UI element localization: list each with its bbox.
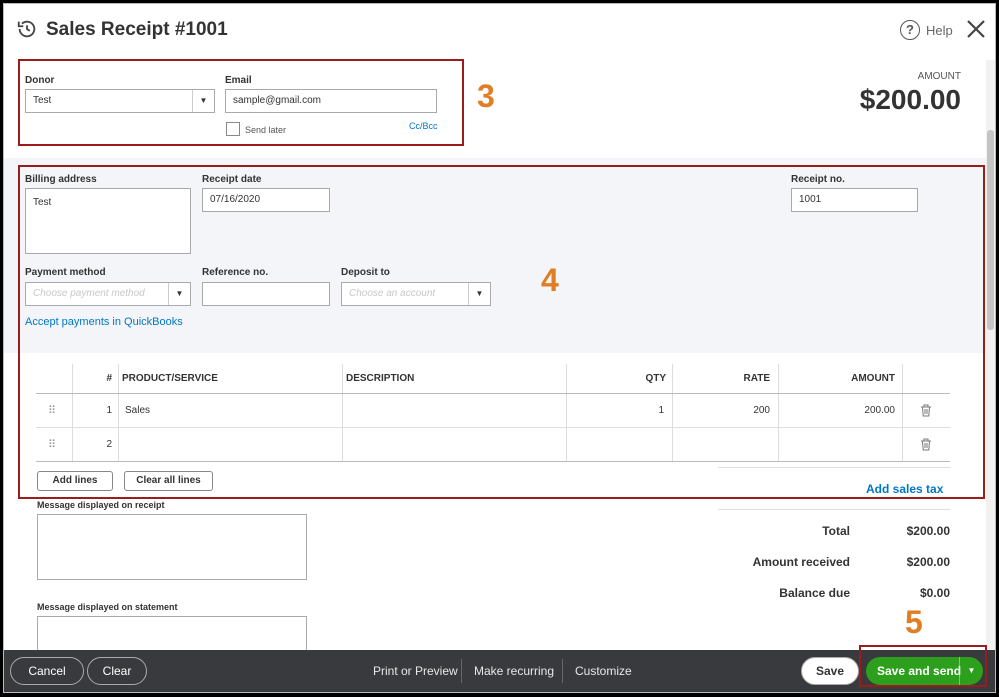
footer-bar: Cancel Clear Print or Preview Make recur…: [4, 650, 995, 692]
cancel-button[interactable]: Cancel: [10, 657, 84, 685]
annotation-box-5: [859, 645, 987, 687]
make-recurring-link[interactable]: Make recurring: [474, 664, 554, 678]
annotation-box-4: [18, 165, 985, 499]
amount-label: AMOUNT: [917, 71, 961, 82]
amount-received-value: $200.00: [906, 555, 950, 569]
annotation-box-3: [18, 59, 464, 146]
scrollbar[interactable]: [986, 60, 995, 650]
balance-due-value: $0.00: [919, 586, 950, 600]
help-link[interactable]: Help: [926, 23, 953, 38]
message-receipt-label: Message displayed on receipt: [37, 500, 165, 510]
balance-due-label: Balance due: [779, 586, 850, 600]
divider: [718, 509, 950, 510]
customize-link[interactable]: Customize: [575, 664, 632, 678]
sales-receipt-window: Sales Receipt #1001 ? Help AMOUNT $200.0…: [3, 3, 996, 693]
total-value: $200.00: [906, 524, 950, 538]
scrollbar-thumb[interactable]: [987, 130, 994, 330]
clear-button[interactable]: Clear: [87, 657, 147, 685]
page-title: Sales Receipt #1001: [46, 19, 228, 40]
history-icon[interactable]: [16, 18, 38, 40]
message-statement-label: Message displayed on statement: [37, 602, 178, 612]
annotation-number-3: 3: [477, 78, 495, 114]
total-label: Total: [822, 524, 850, 538]
print-or-preview-link[interactable]: Print or Preview: [373, 664, 458, 678]
message-receipt-field[interactable]: [37, 514, 307, 580]
close-icon[interactable]: [964, 17, 988, 41]
annotation-number-4: 4: [541, 262, 559, 298]
save-button[interactable]: Save: [801, 657, 859, 685]
annotation-number-5: 5: [905, 604, 923, 640]
amount-received-label: Amount received: [752, 555, 850, 569]
amount-value: $200.00: [859, 84, 961, 115]
help-icon[interactable]: ?: [900, 20, 920, 40]
header: Sales Receipt #1001 ? Help: [4, 4, 995, 60]
